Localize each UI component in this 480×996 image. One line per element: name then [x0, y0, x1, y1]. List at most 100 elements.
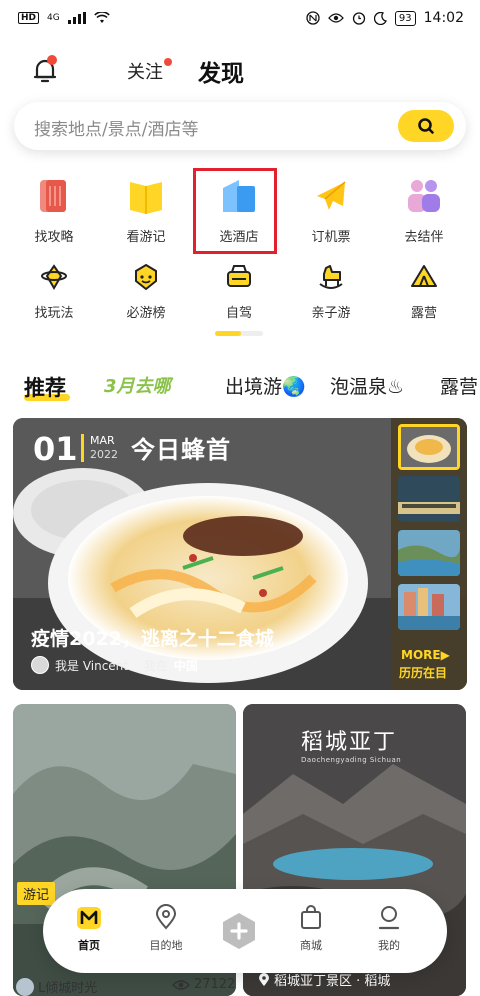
hero-thumbnail-strip: MORE▶ 历历在目 — [391, 418, 467, 690]
notification-dot — [47, 55, 57, 65]
hd-indicator: HD — [18, 12, 40, 24]
wifi-icon — [93, 12, 110, 23]
follow-badge-dot — [164, 58, 172, 66]
nav-label: 目的地 — [149, 939, 183, 952]
card-views: 27122 — [172, 977, 235, 992]
grid-activities[interactable]: 找玩法 — [14, 262, 94, 321]
featured-banner[interactable]: 01 MAR 2022 今日蜂首 疫情2022，逃离之十二食城 我是 Vince… — [13, 418, 467, 690]
tab-recommend[interactable]: 推荐 — [24, 372, 66, 402]
more-subtitle[interactable]: 历历在目 — [399, 664, 447, 681]
tab-discover[interactable]: 发现 — [198, 54, 244, 88]
grid-camping[interactable]: 露营 — [384, 262, 464, 321]
alarm-icon — [352, 12, 366, 25]
avatar[interactable] — [16, 977, 34, 996]
grid-label: 自驾 — [225, 306, 252, 321]
tab-outbound[interactable]: 出境游🌏 — [225, 372, 306, 399]
nav-label: 首页 — [78, 939, 100, 952]
network-type: 4G — [47, 13, 60, 23]
nav-mall[interactable]: 商城 — [281, 903, 341, 953]
grid-label: 找玩法 — [34, 306, 74, 321]
grid-pager — [215, 331, 263, 336]
grid-self-drive[interactable]: 自驾 — [199, 262, 279, 321]
grid-label: 露营 — [410, 306, 437, 321]
moon-icon — [373, 11, 387, 25]
grid-family-trip[interactable]: 亲子游 — [291, 262, 371, 321]
grid-guides[interactable]: 找攻略 — [14, 176, 94, 245]
grid-label: 订机票 — [311, 230, 351, 245]
top-header: 关注 发现 — [0, 46, 480, 96]
nav-home[interactable]: 首页 — [59, 903, 119, 953]
tab-camping[interactable]: 露营 — [440, 372, 478, 399]
grid-label: 去结伴 — [404, 230, 444, 245]
status-bar: HD 4G 93 14:02 — [0, 0, 480, 36]
people-icon — [404, 176, 444, 216]
hero-month: MAR — [90, 434, 115, 447]
grid-label: 看游记 — [126, 230, 166, 245]
notebook-icon — [126, 176, 166, 216]
pager-indicator — [215, 331, 241, 336]
search-button[interactable] — [398, 110, 454, 142]
hero-date-divider — [81, 434, 84, 462]
hero-day: 01 — [33, 430, 78, 468]
hero-column-title: 今日蜂首 — [131, 436, 231, 464]
tab-march-destinations[interactable]: 3月去哪 — [104, 372, 171, 398]
nav-label: 我的 — [378, 939, 400, 952]
hero-title[interactable]: 疫情2022，逃离之十二食城 — [31, 624, 274, 651]
avatar[interactable] — [31, 656, 49, 674]
user-icon — [375, 903, 403, 931]
grid-label: 必游榜 — [126, 306, 166, 321]
location-pin-icon — [259, 972, 269, 986]
guide-book-icon — [34, 176, 74, 216]
home-m-icon — [75, 903, 103, 931]
car-icon — [224, 262, 254, 292]
grid-label: 亲子游 — [311, 306, 351, 321]
battery-icon: 93 — [394, 10, 416, 26]
rocking-horse-icon — [316, 262, 346, 292]
hero-separator: · — [134, 658, 138, 672]
travel-note-tag: 游记 — [17, 882, 56, 905]
nav-label: 商城 — [300, 939, 322, 952]
more-link[interactable]: MORE▶ — [401, 648, 450, 662]
grid-flights[interactable]: 订机票 — [291, 176, 371, 245]
hero-location: 中国 — [173, 658, 198, 673]
shopping-bag-icon — [297, 903, 325, 931]
bottom-navigation: 首页 目的地 商城 我的 — [43, 889, 447, 973]
search-bar[interactable]: 搜索地点/景点/酒店等 — [14, 102, 466, 150]
thumbnail-train[interactable] — [398, 476, 460, 522]
tab-hot-springs[interactable]: 泡温泉♨ — [330, 372, 404, 399]
hero-author-row[interactable]: 我是 Vincent · 我在 中国 — [31, 656, 198, 674]
search-icon — [418, 118, 434, 134]
card-author-row[interactable]: L倾城时光 — [16, 977, 97, 996]
grid-label: 找攻略 — [34, 230, 74, 245]
airplane-icon — [311, 176, 351, 216]
publish-plus-icon[interactable] — [219, 911, 259, 951]
highlight-annotation — [193, 168, 277, 254]
thumbnail-coast[interactable] — [398, 530, 460, 576]
tab-follow[interactable]: 关注 — [127, 58, 163, 84]
nfc-icon — [306, 11, 320, 25]
category-tabs: 推荐 3月去哪 出境游🌏 泡温泉♨ 露营 — [0, 366, 480, 406]
tent-icon — [409, 262, 439, 292]
thumbnail-food[interactable] — [398, 424, 460, 470]
clock: 14:02 — [423, 10, 464, 26]
grid-companions[interactable]: 去结伴 — [384, 176, 464, 245]
grid-travel-notes[interactable]: 看游记 — [106, 176, 186, 245]
card-overlay-title: 稻城亚丁 — [301, 730, 398, 755]
hero-location-prefix: 我在 — [143, 658, 168, 673]
search-placeholder[interactable]: 搜索地点/景点/酒店等 — [34, 115, 198, 140]
grid-must-visit[interactable]: 必游榜 — [106, 262, 186, 321]
hero-year: 2022 — [90, 448, 118, 461]
medal-icon — [131, 262, 161, 292]
nav-mine[interactable]: 我的 — [359, 903, 419, 953]
card-overlay-subtitle: Daochengyading Sichuan — [301, 756, 402, 764]
thumbnail-venice[interactable] — [398, 584, 460, 630]
eye-icon — [172, 979, 190, 990]
map-pin-icon — [152, 903, 180, 931]
signal-icon — [67, 12, 86, 24]
eye-icon — [328, 13, 344, 23]
card-author-name: L倾城时光 — [38, 981, 98, 996]
nav-destination[interactable]: 目的地 — [136, 903, 196, 953]
view-count: 27122 — [194, 977, 236, 992]
hero-author-name: 我是 Vincent — [55, 658, 128, 673]
spinning-top-icon — [39, 262, 69, 292]
